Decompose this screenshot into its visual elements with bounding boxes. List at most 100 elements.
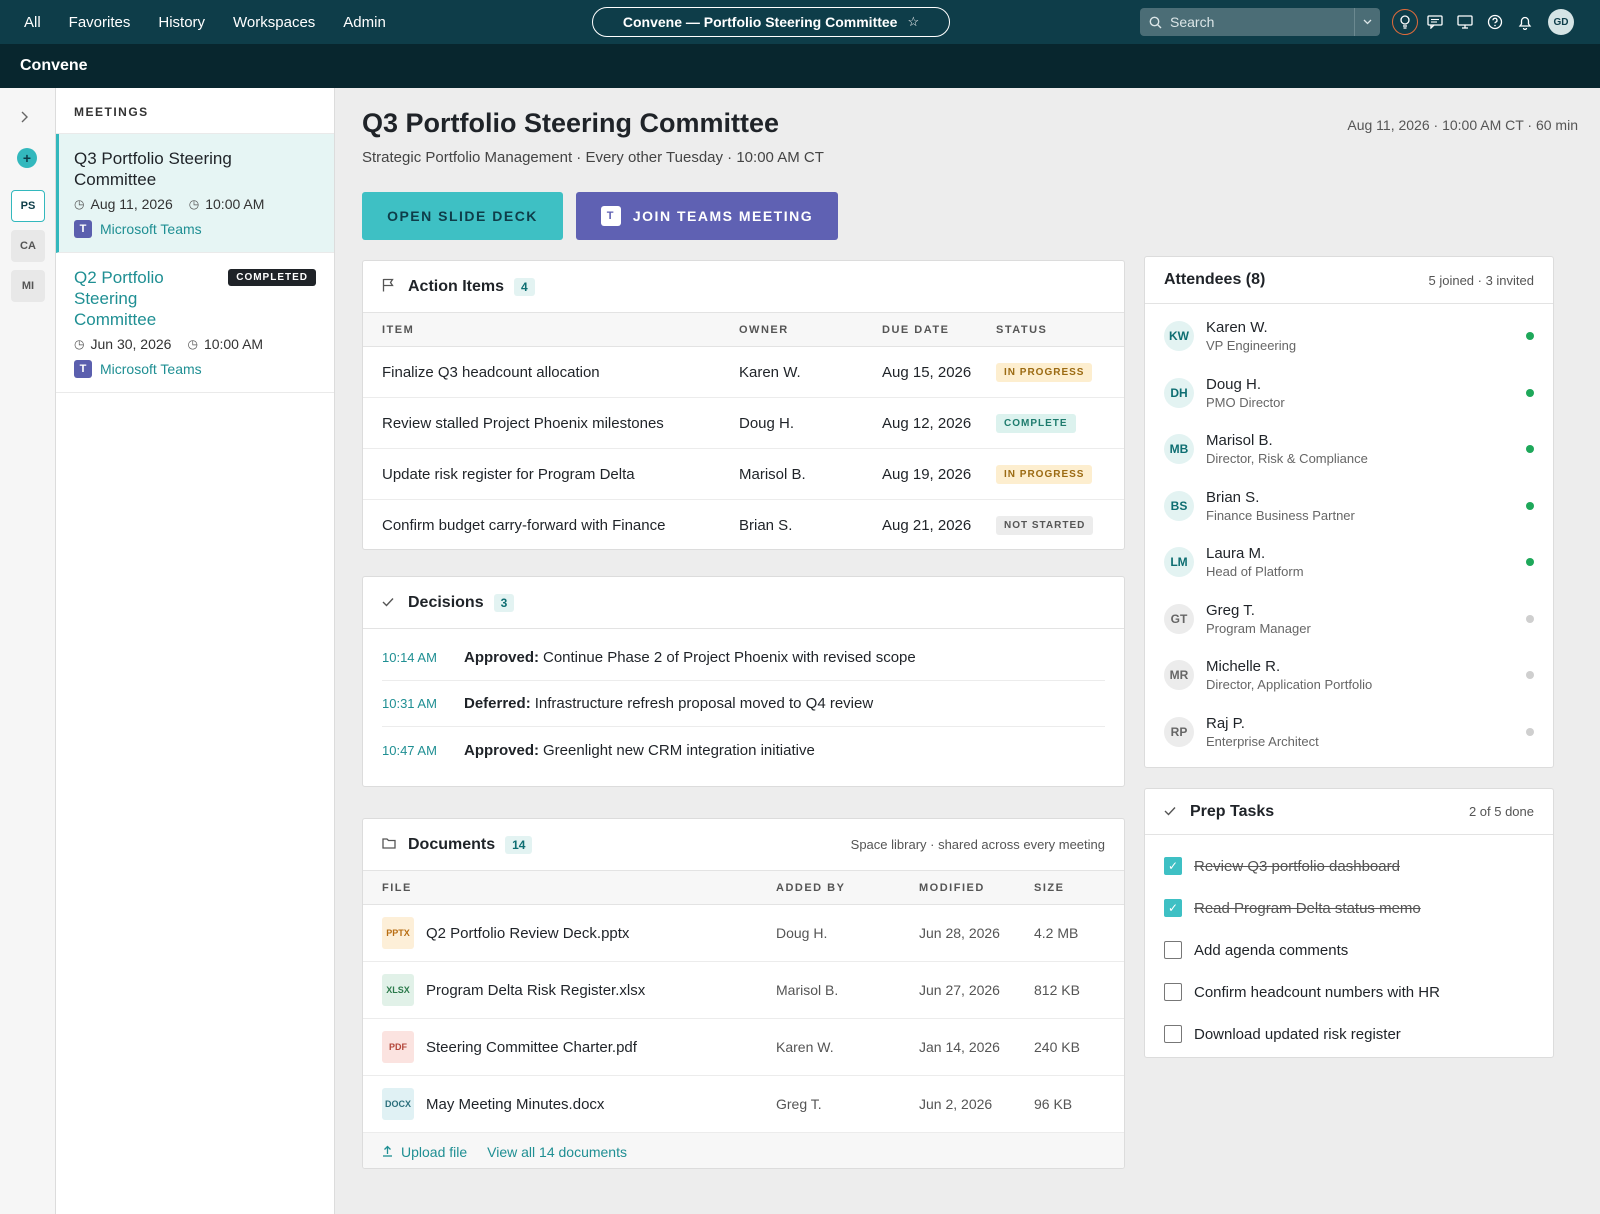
prep-tasks-list: ✓ Review Q3 portfolio dashboard ✓ Read P… xyxy=(1145,835,1553,1055)
column-header-size[interactable]: SIZE xyxy=(1034,882,1064,894)
decisions-header: Decisions 3 xyxy=(363,577,1124,629)
task-row[interactable]: ✓ Read Program Delta status memo xyxy=(1145,887,1553,929)
checkbox[interactable] xyxy=(1164,941,1182,959)
attendee-row[interactable]: MR Michelle R. Director, Application Port… xyxy=(1145,647,1553,704)
attendee-row[interactable]: RP Raj P. Enterprise Architect xyxy=(1145,704,1553,761)
star-icon[interactable]: ☆ xyxy=(907,14,919,30)
view-all-documents-link[interactable]: View all 14 documents xyxy=(487,1144,627,1160)
search-box[interactable]: Search xyxy=(1140,8,1380,36)
table-row[interactable]: Confirm budget carry-forward with Financ… xyxy=(363,500,1124,549)
clock-icon: ◷ xyxy=(187,337,198,351)
chat-icon[interactable] xyxy=(1422,9,1448,35)
rail-tile-mi[interactable]: MI xyxy=(11,270,45,302)
document-modified: Jun 2, 2026 xyxy=(919,1096,993,1112)
meeting-location[interactable]: T Microsoft Teams xyxy=(74,220,316,238)
attendee-row[interactable]: KW Karen W. VP Engineering xyxy=(1145,308,1553,365)
decisions-count: 3 xyxy=(493,593,515,612)
nav-favorites[interactable]: Favorites xyxy=(69,14,131,31)
lightbulb-icon[interactable] xyxy=(1392,9,1418,35)
context-title-pill[interactable]: Convene — Portfolio Steering Committee ☆ xyxy=(592,7,950,37)
task-row[interactable]: Add agenda comments xyxy=(1145,929,1553,971)
presence-dot-invited xyxy=(1526,671,1534,680)
checkbox[interactable] xyxy=(1164,983,1182,1001)
checkbox-checked[interactable]: ✓ xyxy=(1164,899,1182,917)
table-row[interactable]: PPTX Q2 Portfolio Review Deck.pptx Doug … xyxy=(363,905,1124,962)
add-workspace-icon[interactable]: + xyxy=(17,148,37,168)
attendee-role: Finance Business Partner xyxy=(1206,507,1355,523)
meeting-item-q2[interactable]: Q2 Portfolio Steering Committee COMPLETE… xyxy=(56,253,334,393)
nav-all[interactable]: All xyxy=(24,14,41,31)
document-name[interactable]: May Meeting Minutes.docx xyxy=(426,1096,604,1113)
table-row[interactable]: Finalize Q3 headcount allocation Karen W… xyxy=(363,347,1124,398)
table-row[interactable]: Update risk register for Program Delta M… xyxy=(363,449,1124,500)
column-header-status[interactable]: STATUS xyxy=(996,324,1047,336)
document-name[interactable]: Steering Committee Charter.pdf xyxy=(426,1039,637,1056)
search-input[interactable]: Search xyxy=(1170,14,1354,30)
column-header-modified[interactable]: MODIFIED xyxy=(919,882,1034,894)
chevron-down-icon[interactable] xyxy=(1354,8,1380,36)
pptx-file-icon: PPTX xyxy=(382,917,414,949)
action-item: Confirm budget carry-forward with Financ… xyxy=(382,517,666,534)
column-header-due-date[interactable]: DUE DATE xyxy=(882,324,996,336)
decision-time: 10:31 AM xyxy=(382,696,437,711)
meeting-time: 10:00 AM xyxy=(203,336,264,352)
column-header-owner[interactable]: OWNER xyxy=(739,324,882,336)
flag-icon xyxy=(382,278,398,295)
upload-file-link[interactable]: Upload file xyxy=(401,1144,467,1160)
document-size: 4.2 MB xyxy=(1034,925,1079,941)
decision-row[interactable]: 10:31 AM Deferred: Infrastructure refres… xyxy=(382,681,1105,727)
action-item: Update risk register for Program Delta xyxy=(382,465,635,483)
table-row[interactable]: PDF Steering Committee Charter.pdf Karen… xyxy=(363,1019,1124,1076)
task-row[interactable]: Download updated risk register xyxy=(1145,1013,1553,1055)
attendee-name: Karen W. xyxy=(1206,319,1268,337)
column-header-file[interactable]: FILE xyxy=(382,882,776,894)
document-name[interactable]: Program Delta Risk Register.xlsx xyxy=(426,982,645,999)
meeting-location-label: Microsoft Teams xyxy=(100,221,202,237)
column-header-item[interactable]: ITEM xyxy=(382,324,739,336)
rail-tile-ps[interactable]: PS xyxy=(11,190,45,222)
decision-row[interactable]: 10:14 AM Approved: Continue Phase 2 of P… xyxy=(382,635,1105,681)
meeting-item-q3[interactable]: Q3 Portfolio Steering Committee ◷ Aug 11… xyxy=(56,134,334,253)
checkbox-checked[interactable]: ✓ xyxy=(1164,857,1182,875)
user-avatar[interactable]: GD xyxy=(1548,9,1574,35)
upload-icon[interactable] xyxy=(382,1144,393,1160)
meeting-meta: ◷ Aug 11, 2026 ◷ 10:00 AM xyxy=(74,196,316,212)
decisions-card: Decisions 3 10:14 AM Approved: Continue … xyxy=(362,576,1125,787)
rail-tile-ca[interactable]: CA xyxy=(11,230,45,262)
checkbox[interactable] xyxy=(1164,1025,1182,1043)
nav-workspaces[interactable]: Workspaces xyxy=(233,14,315,31)
clock-icon: ◷ xyxy=(188,197,200,211)
presence-dot-joined xyxy=(1526,501,1534,510)
task-row[interactable]: Confirm headcount numbers with HR xyxy=(1145,971,1553,1013)
task-label: Read Program Delta status memo xyxy=(1194,899,1421,917)
bell-icon[interactable] xyxy=(1512,9,1538,35)
nav-history[interactable]: History xyxy=(158,14,205,31)
presence-dot-invited xyxy=(1526,614,1534,623)
decision-row[interactable]: 10:47 AM Approved: Greenlight new CRM in… xyxy=(382,727,1105,773)
action-items-rows: Finalize Q3 headcount allocation Karen W… xyxy=(363,347,1124,549)
help-icon[interactable] xyxy=(1482,9,1508,35)
attendee-row[interactable]: MB Marisol B. Director, Risk & Compliance xyxy=(1145,421,1553,478)
attendee-row[interactable]: BS Brian S. Finance Business Partner xyxy=(1145,478,1553,535)
nav-admin[interactable]: Admin xyxy=(343,14,386,31)
context-title: Convene — Portfolio Steering Committee xyxy=(622,14,898,30)
table-row[interactable]: DOCX May Meeting Minutes.docx Greg T. Ju… xyxy=(363,1076,1124,1133)
attendee-row[interactable]: GT Greg T. Program Manager xyxy=(1145,591,1553,648)
task-row[interactable]: ✓ Review Q3 portfolio dashboard xyxy=(1145,845,1553,887)
brand-name[interactable]: Convene xyxy=(20,57,88,75)
join-teams-meeting-button[interactable]: T JOIN TEAMS MEETING xyxy=(576,192,838,240)
decisions-title: Decisions xyxy=(408,593,484,611)
page-subtitle: Strategic Portfolio Management · Every o… xyxy=(362,149,824,166)
chevron-right-icon[interactable] xyxy=(19,110,29,126)
attendee-row[interactable]: DH Doug H. PMO Director xyxy=(1145,365,1553,422)
meeting-location[interactable]: T Microsoft Teams xyxy=(74,360,316,378)
column-header-added-by[interactable]: ADDED BY xyxy=(776,882,919,894)
attendee-row[interactable]: LM Laura M. Head of Platform xyxy=(1145,534,1553,591)
document-name[interactable]: Q2 Portfolio Review Deck.pptx xyxy=(426,925,629,942)
table-row[interactable]: XLSX Program Delta Risk Register.xlsx Ma… xyxy=(363,962,1124,1019)
monitor-icon[interactable] xyxy=(1452,9,1478,35)
open-slide-deck-button[interactable]: OPEN SLIDE DECK xyxy=(362,192,563,240)
table-row[interactable]: Review stalled Project Phoenix milestone… xyxy=(363,398,1124,449)
meeting-date: Jun 30, 2026 xyxy=(90,336,172,352)
check-icon xyxy=(382,595,398,610)
